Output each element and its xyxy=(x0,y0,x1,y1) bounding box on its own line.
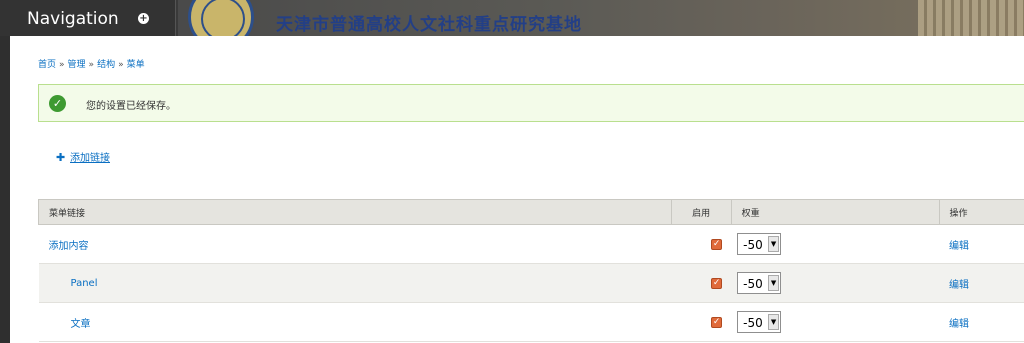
enabled-checkbox[interactable]: ✓ xyxy=(711,238,723,250)
content-panel: 首页» 管理» 结构» 菜单 ✓ 您的设置已经保存。 ✚ 添加链接 菜单链接 启用 权重… xyxy=(10,36,1024,343)
site-title: 天津市普通高校人文社科重点研究基地 xyxy=(276,15,582,35)
weight-value: -50 xyxy=(743,238,763,252)
status-text: 您的设置已经保存。 xyxy=(86,101,176,112)
menu-links-table: 菜单链接 启用 权重 操作 添加内容 ✓ -50 ▼ 编辑 Panel ✓ -5… xyxy=(38,199,1024,342)
building-image xyxy=(918,0,1024,36)
table-row: 文章 ✓ -50 ▼ 编辑 xyxy=(38,302,1024,342)
column-header-enabled: 启用 xyxy=(670,199,732,225)
menu-link-panel[interactable]: Panel xyxy=(71,278,98,289)
breadcrumb-menu[interactable]: 菜单 xyxy=(127,60,145,70)
column-header-weight: 权重 xyxy=(730,199,940,225)
enabled-cell: ✓ xyxy=(671,302,732,342)
breadcrumb-home[interactable]: 首页 xyxy=(38,60,56,70)
menu-link-add-content[interactable]: 添加内容 xyxy=(49,241,89,252)
enabled-cell: ✓ xyxy=(671,224,732,264)
expand-circle-icon[interactable]: + xyxy=(138,13,149,24)
add-link-button[interactable]: ✚ 添加链接 xyxy=(56,149,110,164)
weight-cell: -50 ▼ xyxy=(731,302,940,342)
site-banner[interactable]: 天津市普通高校人文社科重点研究基地 xyxy=(178,0,1024,36)
dropdown-arrow-icon: ▼ xyxy=(768,236,780,252)
dropdown-arrow-icon: ▼ xyxy=(768,314,780,330)
enabled-checkbox[interactable]: ✓ xyxy=(711,316,723,328)
breadcrumb-admin[interactable]: 管理 xyxy=(68,60,86,70)
menu-link-cell: 添加内容 xyxy=(38,224,672,264)
column-header-operations: 操作 xyxy=(938,199,1024,225)
weight-value: -50 xyxy=(743,277,763,291)
operations-cell: 编辑 xyxy=(939,224,1024,264)
status-message: ✓ 您的设置已经保存。 xyxy=(38,84,1024,122)
top-bar: Navigation + 天津市普通高校人文社科重点研究基地 xyxy=(0,0,1024,36)
menu-link-cell: 文章 xyxy=(38,302,672,342)
breadcrumb-structure[interactable]: 结构 xyxy=(97,60,115,70)
university-seal-logo xyxy=(188,0,254,36)
weight-cell: -50 ▼ xyxy=(731,263,940,303)
weight-select[interactable]: -50 ▼ xyxy=(737,311,782,333)
edit-link[interactable]: 编辑 xyxy=(949,241,969,252)
menu-link-article[interactable]: 文章 xyxy=(71,319,91,330)
breadcrumb: 首页» 管理» 结构» 菜单 xyxy=(38,57,145,70)
weight-cell: -50 ▼ xyxy=(731,224,940,264)
edit-link[interactable]: 编辑 xyxy=(949,280,969,291)
plus-icon: ✚ xyxy=(56,151,66,164)
enabled-checkbox[interactable]: ✓ xyxy=(711,277,723,289)
table-row: 添加内容 ✓ -50 ▼ 编辑 xyxy=(38,224,1024,264)
operations-cell: 编辑 xyxy=(939,302,1024,342)
operations-cell: 编辑 xyxy=(939,263,1024,303)
menu-link-cell: Panel xyxy=(38,263,672,303)
edit-link[interactable]: 编辑 xyxy=(949,319,969,330)
check-icon: ✓ xyxy=(49,95,66,112)
column-header-menu-link: 菜单链接 xyxy=(38,199,672,225)
breadcrumb-separator: » xyxy=(88,60,95,70)
table-row: Panel ✓ -50 ▼ 编辑 xyxy=(38,263,1024,303)
weight-value: -50 xyxy=(743,316,763,330)
table-header-row: 菜单链接 启用 权重 操作 xyxy=(38,199,1024,225)
navigation-title: Navigation xyxy=(27,9,119,29)
add-link-label: 添加链接 xyxy=(70,153,110,164)
dropdown-arrow-icon: ▼ xyxy=(768,275,780,291)
breadcrumb-separator: » xyxy=(118,60,124,70)
weight-select[interactable]: -50 ▼ xyxy=(737,272,782,294)
enabled-cell: ✓ xyxy=(671,263,732,303)
breadcrumb-separator: » xyxy=(59,60,65,70)
navigation-toggle[interactable]: Navigation + xyxy=(0,0,176,36)
weight-select[interactable]: -50 ▼ xyxy=(737,233,782,255)
